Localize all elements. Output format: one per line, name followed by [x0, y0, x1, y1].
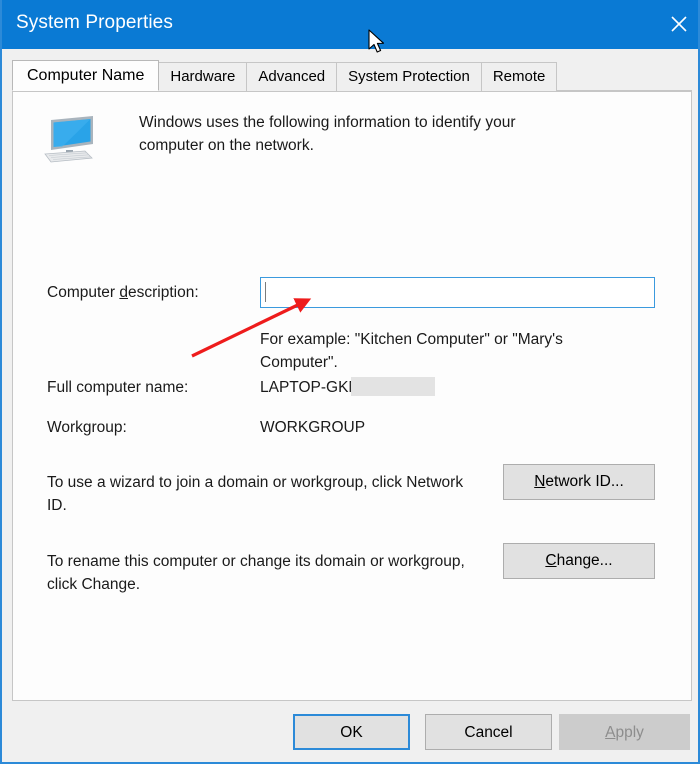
system-properties-dialog: System Properties Computer Name Hardware…	[0, 0, 700, 764]
network-id-accel: N	[534, 473, 546, 490]
workgroup-label: Workgroup:	[47, 419, 127, 436]
cancel-button[interactable]: Cancel	[425, 714, 552, 750]
redaction-block	[351, 377, 435, 396]
computer-description-label: Computer description:	[47, 284, 199, 302]
close-button[interactable]	[655, 0, 698, 47]
window-title: System Properties	[16, 12, 173, 33]
network-id-description: To use a wizard to join a domain or work…	[47, 474, 464, 514]
change-accel: C	[545, 552, 557, 569]
computer-name-tab-panel: Windows uses the following information t…	[12, 91, 692, 701]
change-description: To rename this computer or change its do…	[47, 553, 465, 593]
tab-remote[interactable]: Remote	[480, 62, 558, 91]
network-id-button[interactable]: Network ID...	[503, 464, 655, 500]
tab-strip-filler	[556, 65, 692, 91]
ok-button[interactable]: OK	[293, 714, 410, 750]
computer-icon	[44, 116, 93, 163]
desc-label-part1: Computer	[47, 284, 120, 301]
change-label: hange...	[556, 552, 613, 569]
change-button[interactable]: Change...	[503, 543, 655, 579]
apply-accel: A	[605, 724, 616, 741]
apply-button[interactable]: Apply	[559, 714, 690, 750]
tab-hardware[interactable]: Hardware	[158, 62, 248, 91]
full-computer-name-value: LAPTOP-GKM	[260, 379, 362, 396]
tab-strip: Computer Name Hardware Advanced System P…	[12, 60, 692, 91]
tab-system-protection[interactable]: System Protection	[336, 62, 482, 91]
apply-label: pply	[615, 724, 644, 741]
example-text: For example: "Kitchen Computer" or "Mary…	[260, 331, 563, 371]
desc-label-part2: escription:	[128, 284, 199, 301]
full-computer-name-label: Full computer name:	[47, 379, 189, 396]
text-caret	[265, 282, 266, 302]
close-icon	[670, 15, 687, 32]
title-bar: System Properties	[2, 0, 698, 49]
desc-label-accel: d	[119, 284, 128, 301]
workgroup-value: WORKGROUP	[260, 419, 366, 436]
tab-computer-name[interactable]: Computer Name	[12, 60, 160, 91]
network-id-label: etwork ID...	[545, 473, 624, 490]
computer-description-input[interactable]	[260, 277, 655, 308]
intro-text: Windows uses the following information t…	[139, 114, 516, 154]
tab-advanced[interactable]: Advanced	[246, 62, 338, 91]
